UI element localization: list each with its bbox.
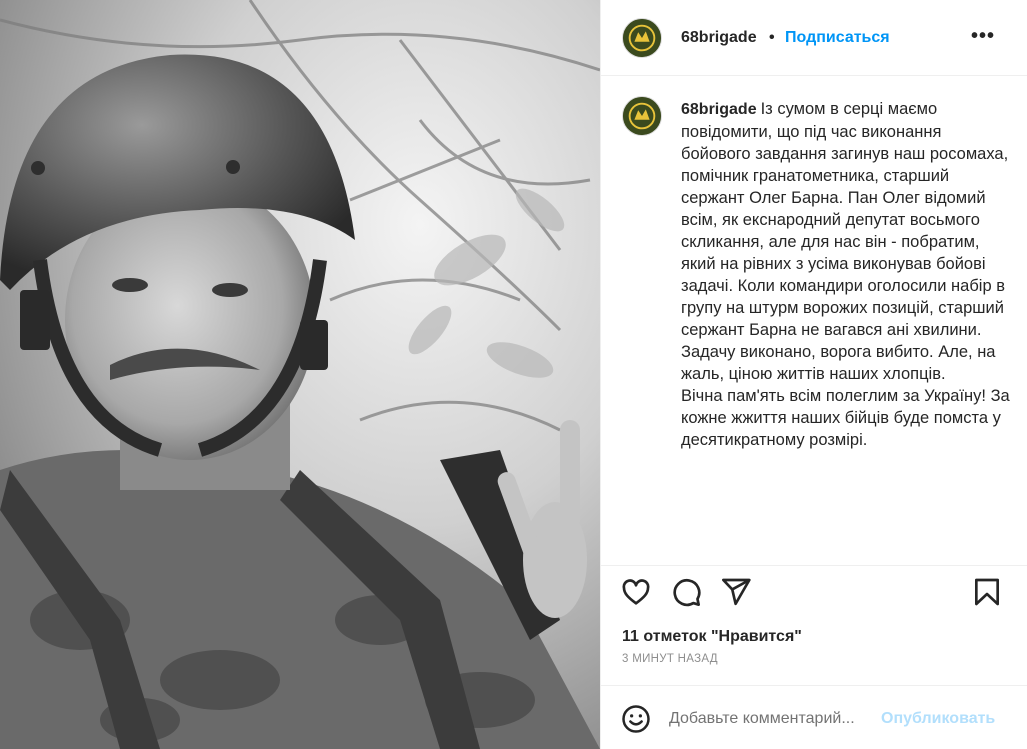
emoji-button[interactable]	[621, 704, 651, 734]
like-button[interactable]	[620, 576, 652, 608]
caption-body: Із сумом в серці маємо повідомити, що пі…	[681, 100, 1010, 449]
comment-bar: Опубликовать	[601, 685, 1027, 749]
comment-icon	[673, 578, 701, 607]
comment-input[interactable]	[669, 704, 877, 734]
author-avatar[interactable]	[622, 18, 662, 58]
likes-count[interactable]: 11 отметок "Нравится"	[622, 628, 802, 646]
separator-dot: •	[769, 29, 775, 46]
soldier-photo	[0, 0, 600, 749]
action-bar	[601, 566, 1027, 618]
save-button[interactable]	[971, 576, 1003, 608]
brigade-emblem-icon	[623, 19, 661, 57]
publish-button[interactable]: Опубликовать	[881, 710, 995, 728]
follow-button[interactable]: Подписаться	[785, 29, 890, 47]
comment-button[interactable]	[670, 576, 702, 608]
post-photo[interactable]	[0, 0, 600, 749]
brigade-emblem-icon	[623, 97, 661, 135]
emoji-icon	[622, 705, 650, 733]
share-button[interactable]	[720, 576, 752, 608]
more-options-icon[interactable]: •••	[971, 26, 999, 50]
post-header: 68brigade • Подписаться •••	[601, 0, 1027, 76]
post-timestamp[interactable]: 3 МИНУТ НАЗАД	[622, 653, 718, 665]
caption-avatar[interactable]	[622, 96, 662, 136]
share-icon	[722, 578, 751, 606]
post-caption: 68brigade Із сумом в серці маємо повідоми…	[681, 98, 1011, 451]
heart-icon	[622, 579, 650, 605]
caption-username[interactable]: 68brigade	[681, 101, 757, 118]
author-username[interactable]: 68brigade	[681, 29, 757, 47]
bookmark-icon	[975, 578, 999, 606]
post-sidebar: 68brigade • Подписаться ••• 68brigade Із …	[600, 0, 1027, 749]
caption-section: 68brigade Із сумом в серці маємо повідоми…	[601, 76, 1027, 566]
